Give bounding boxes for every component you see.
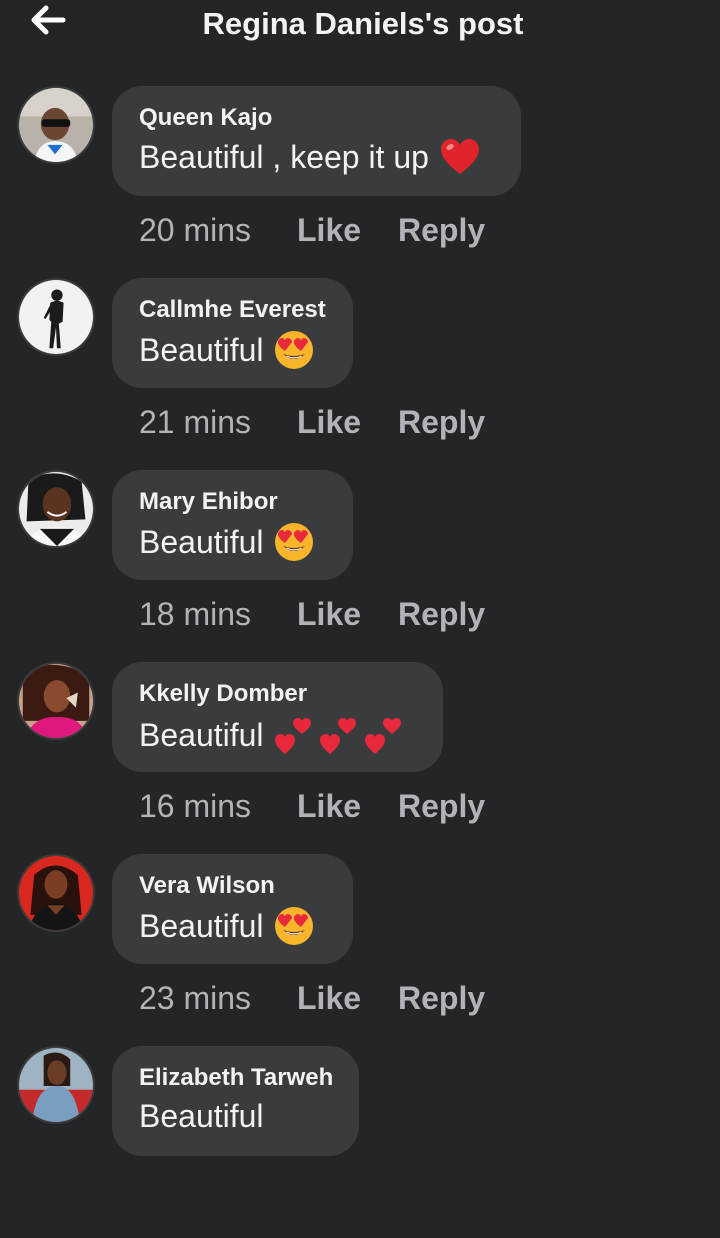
comment-bubble[interactable]: Vera Wilson Beautiful [112, 854, 353, 964]
comment-item: Queen Kajo Beautiful , keep it up 20 min… [0, 86, 720, 278]
comment-text-content: Beautiful [139, 907, 264, 944]
comment-text: Beautiful [139, 330, 325, 370]
comment-text-content: Beautiful [139, 331, 264, 368]
comment-bubble[interactable]: Queen Kajo Beautiful , keep it up [112, 86, 521, 196]
comment-author[interactable]: Vera Wilson [139, 872, 325, 900]
like-button[interactable]: Like [297, 212, 398, 249]
comment-author[interactable]: Callmhe Everest [139, 296, 326, 324]
reply-button[interactable]: Reply [398, 980, 485, 1017]
comment-actions: 21 mins Like Reply [139, 404, 485, 441]
like-button[interactable]: Like [297, 980, 398, 1017]
comment-text-content: Beautiful [139, 716, 264, 753]
comment-timestamp: 21 mins [139, 404, 252, 440]
reply-button[interactable]: Reply [398, 788, 485, 825]
avatar[interactable] [17, 278, 95, 356]
comment-actions: 20 mins Like Reply [139, 212, 485, 249]
comment-bubble[interactable]: Callmhe Everest Beautiful [112, 278, 353, 388]
heart-eyes-icon [274, 330, 314, 370]
avatar[interactable] [17, 1046, 95, 1124]
comment-author[interactable]: Queen Kajo [139, 104, 493, 132]
like-button[interactable]: Like [297, 788, 398, 825]
avatar[interactable] [17, 470, 95, 548]
comment-text: Beautiful [139, 522, 325, 562]
comment-bubble[interactable]: Kkelly Domber Beautiful [112, 662, 443, 772]
comment-text: Beautiful [139, 714, 415, 756]
comment-author[interactable]: Elizabeth Tarweh [139, 1064, 333, 1092]
reply-button[interactable]: Reply [398, 404, 485, 441]
like-button[interactable]: Like [297, 596, 398, 633]
comment-item: Kkelly Domber Beautiful 16 mins Like Reply [0, 662, 720, 854]
comment-author[interactable]: Mary Ehibor [139, 488, 325, 516]
reply-button[interactable]: Reply [398, 212, 485, 249]
heart-eyes-icon [274, 906, 314, 946]
comment-text-content: Beautiful [139, 523, 264, 560]
comment-timestamp: 16 mins [139, 788, 252, 824]
top-bar: Regina Daniels's post [0, 0, 720, 56]
comment-actions: 18 mins Like Reply [139, 596, 485, 633]
like-button[interactable]: Like [297, 404, 398, 441]
reply-button[interactable]: Reply [398, 596, 485, 633]
avatar[interactable] [17, 662, 95, 740]
comment-text: Beautiful [139, 1098, 331, 1135]
comment-item: Vera Wilson Beautiful 23 mins Like Reply [0, 854, 720, 1046]
comment-timestamp: 18 mins [139, 596, 252, 632]
comment-actions: 16 mins Like Reply [139, 788, 485, 825]
comment-item: Elizabeth Tarweh Beautiful [0, 1046, 720, 1238]
red-heart-icon [439, 138, 481, 176]
comment-timestamp: 23 mins [139, 980, 252, 1016]
comment-text: Beautiful [139, 906, 325, 946]
comment-actions: 23 mins Like Reply [139, 980, 485, 1017]
comment-timestamp: 20 mins [139, 212, 252, 248]
heart-eyes-icon [274, 522, 314, 562]
comment-item: Callmhe Everest Beautiful 21 mins Like Rep… [0, 278, 720, 470]
comment-item: Mary Ehibor Beautiful 18 mins Like Reply [0, 470, 720, 662]
comment-text-content: Beautiful [139, 1098, 264, 1134]
comment-bubble[interactable]: Elizabeth Tarweh Beautiful [112, 1046, 359, 1156]
comment-bubble[interactable]: Mary Ehibor Beautiful [112, 470, 353, 580]
comment-text-content: Beautiful , keep it up [139, 138, 429, 175]
avatar[interactable] [17, 86, 95, 164]
avatar[interactable] [17, 854, 95, 932]
two-hearts-icon [274, 714, 408, 756]
page-title: Regina Daniels's post [202, 6, 524, 41]
comment-text: Beautiful , keep it up [139, 138, 493, 176]
comment-author[interactable]: Kkelly Domber [139, 680, 415, 708]
